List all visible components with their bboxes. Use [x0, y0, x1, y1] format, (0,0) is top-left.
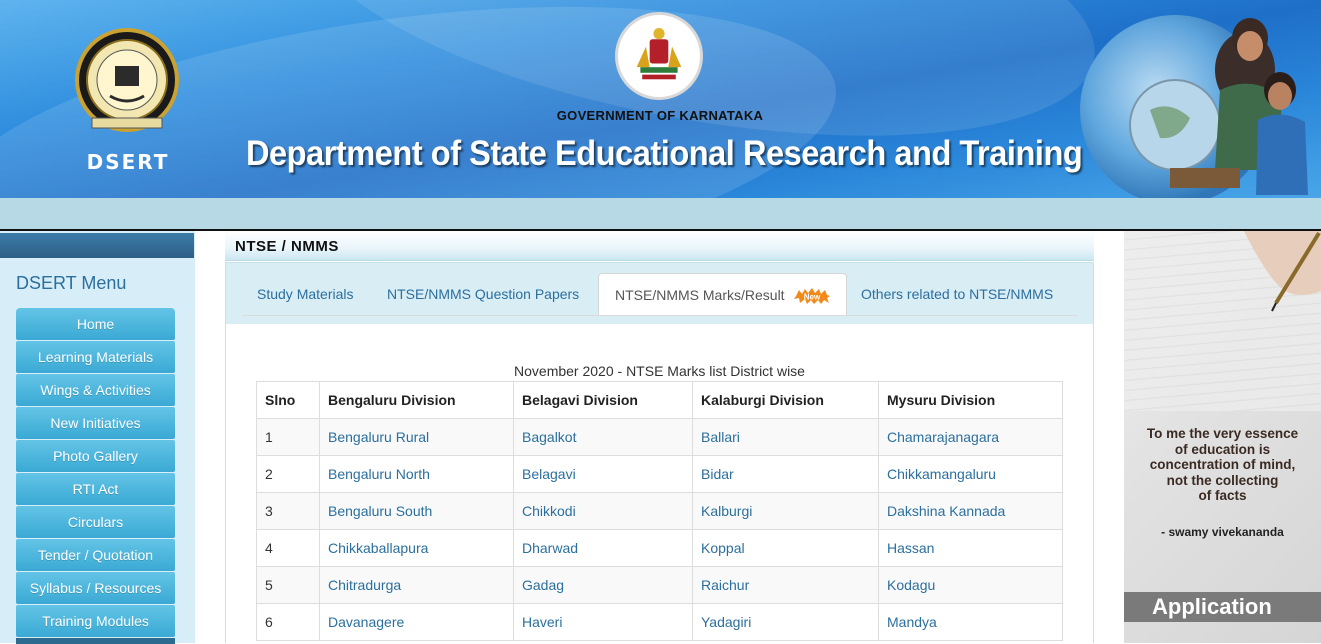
row-number: 4	[256, 529, 320, 567]
banner-subbar	[0, 198, 1321, 229]
district-link[interactable]: Bengaluru Rural	[319, 418, 514, 456]
district-link[interactable]: Hassan	[878, 529, 1063, 567]
table-row: 5 Chitradurga Gadag Raichur Kodagu	[256, 566, 1063, 604]
dsert-logo-icon[interactable]	[72, 18, 182, 143]
left-sidebar: DSERT Menu Home Learning Materials Wings…	[0, 231, 195, 644]
district-link[interactable]: Bidar	[692, 455, 879, 493]
table-row: 1 Bengaluru Rural Bagalkot Ballari Chama…	[256, 418, 1063, 456]
sidebar-menu: Home Learning Materials Wings & Activiti…	[16, 308, 175, 644]
district-link[interactable]: Chikkamangaluru	[878, 455, 1063, 493]
district-link[interactable]: Chikkaballapura	[319, 529, 514, 567]
row-number: 1	[256, 418, 320, 456]
table-row: 3 Bengaluru South Chikkodi Kalburgi Daks…	[256, 492, 1063, 530]
table-row: 2 Bengaluru North Belagavi Bidar Chikkam…	[256, 455, 1063, 493]
quote-author: - swamy vivekananda	[1161, 525, 1284, 539]
district-link[interactable]: Kalburgi	[692, 492, 879, 530]
results-table: Slno Bengaluru Division Belagavi Divisio…	[256, 381, 1063, 641]
quote-line: concentration of mind,	[1149, 457, 1296, 472]
sidebar-item-tender-quotation[interactable]: Tender / Quotation	[16, 539, 175, 571]
column-header-kalaburgi: Kalaburgi Division	[692, 381, 879, 419]
sidebar-item-rti-act[interactable]: RTI Act	[16, 473, 175, 505]
sidebar-header-bar	[0, 233, 194, 258]
column-header-belagavi: Belagavi Division	[513, 381, 693, 419]
sidebar-item-circulars[interactable]: Circulars	[16, 506, 175, 538]
district-link[interactable]: Dharwad	[513, 529, 693, 567]
tab-marks-result[interactable]: NTSE/NMMS Marks/Result New	[598, 273, 848, 315]
svg-text:New: New	[804, 293, 821, 302]
district-link[interactable]: Haveri	[513, 603, 693, 641]
row-number: 6	[256, 603, 320, 641]
sidebar-item-training-modules[interactable]: Training Modules	[16, 605, 175, 637]
application-button[interactable]: Application	[1124, 592, 1321, 622]
column-header-bengaluru: Bengaluru Division	[319, 381, 514, 419]
district-link[interactable]: Kodagu	[878, 566, 1063, 604]
right-ad-panel[interactable]: To me the very essence of education is c…	[1124, 231, 1321, 643]
sidebar-item-syllabus-resources[interactable]: Syllabus / Resources	[16, 572, 175, 604]
sidebar-item-next[interactable]	[16, 638, 175, 644]
new-badge-icon: New	[794, 288, 831, 305]
district-link[interactable]: Belagavi	[513, 455, 693, 493]
page-title: NTSE / NMMS	[235, 238, 339, 255]
sidebar-title: DSERT Menu	[16, 273, 127, 293]
district-link[interactable]: Bengaluru South	[319, 492, 514, 530]
quote-line: of facts	[1198, 488, 1247, 503]
tab-marks-result-label: NTSE/NMMS Marks/Result	[615, 287, 785, 303]
district-link[interactable]: Chamarajanagara	[878, 418, 1063, 456]
row-number: 5	[256, 566, 320, 604]
quote-text: To me the very essence of education is c…	[1124, 426, 1321, 504]
sidebar-item-wings-activities[interactable]: Wings & Activities	[16, 374, 175, 406]
column-header-mysuru: Mysuru Division	[878, 381, 1063, 419]
sidebar-item-photo-gallery[interactable]: Photo Gallery	[16, 440, 175, 472]
tab-others[interactable]: Others related to NTSE/NMMS	[845, 273, 1069, 315]
sidebar-item-learning-materials[interactable]: Learning Materials	[16, 341, 175, 373]
district-link[interactable]: Bengaluru North	[319, 455, 514, 493]
main-content: NTSE / NMMS Study Materials NTSE/NMMS Qu…	[225, 231, 1094, 643]
district-link[interactable]: Davanagere	[319, 603, 514, 641]
row-number: 2	[256, 455, 320, 493]
karnataka-emblem-icon	[615, 12, 703, 100]
quote-line: To me the very essence	[1146, 426, 1299, 441]
table-row: 4 Chikkaballapura Dharwad Koppal Hassan	[256, 529, 1063, 567]
department-title: Department of State Educational Research…	[246, 134, 1083, 173]
quote-line: of education is	[1174, 441, 1271, 457]
row-number: 3	[256, 492, 320, 530]
sidebar-item-home[interactable]: Home	[16, 308, 175, 340]
district-link[interactable]: Gadag	[513, 566, 693, 604]
application-label: Application	[1152, 594, 1272, 619]
district-link[interactable]: Koppal	[692, 529, 879, 567]
district-link[interactable]: Chitradurga	[319, 566, 514, 604]
hand-pen-icon	[1244, 231, 1321, 312]
tab-study-materials[interactable]: Study Materials	[241, 273, 369, 315]
district-link[interactable]: Mandya	[878, 603, 1063, 641]
tab-question-papers[interactable]: NTSE/NMMS Question Papers	[371, 273, 595, 315]
district-link[interactable]: Chikkodi	[513, 492, 693, 530]
district-link[interactable]: Dakshina Kannada	[878, 492, 1063, 530]
district-link[interactable]: Raichur	[692, 566, 879, 604]
quote-line: not the collecting	[1166, 472, 1279, 488]
district-link[interactable]: Yadagiri	[692, 603, 879, 641]
tab-bar: Study Materials NTSE/NMMS Question Paper…	[225, 262, 1094, 324]
sidebar-item-new-initiatives[interactable]: New Initiatives	[16, 407, 175, 439]
table-row: 6 Davanagere Haveri Yadagiri Mandya	[256, 603, 1063, 641]
page-header: NTSE / NMMS	[225, 231, 1094, 261]
tab-underline	[242, 315, 1078, 316]
district-link[interactable]: Bagalkot	[513, 418, 693, 456]
column-header-slno: Slno	[256, 381, 320, 419]
dsert-logo-text: DSERT	[86, 150, 170, 174]
site-banner: DSERT GOVERNMENT OF KARNATAKA Department…	[0, 0, 1321, 198]
district-link[interactable]: Ballari	[692, 418, 879, 456]
table-header-row: Slno Bengaluru Division Belagavi Divisio…	[256, 381, 1063, 419]
table-caption: November 2020 - NTSE Marks list District…	[514, 363, 805, 379]
government-title: GOVERNMENT OF KARNATAKA	[556, 108, 764, 123]
teacher-globe-illustration-icon	[1080, 15, 1308, 198]
